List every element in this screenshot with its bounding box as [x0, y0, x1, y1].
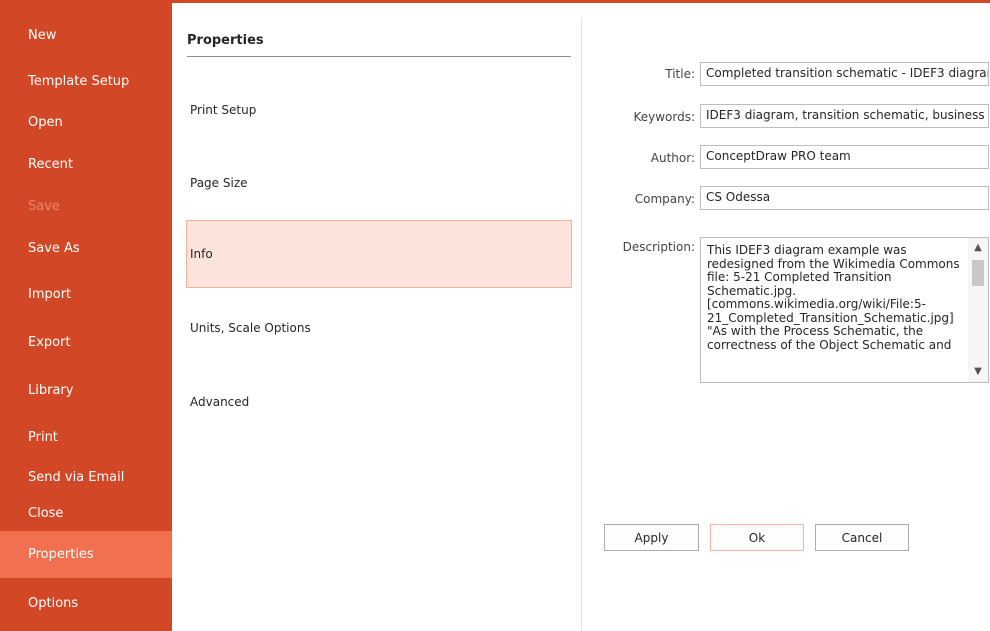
nav-properties[interactable]: Properties: [0, 531, 172, 578]
nav-label: Send via Email: [28, 469, 125, 485]
nav-label: Template Setup: [28, 73, 130, 89]
author-label: Author:: [650, 151, 695, 165]
nav-export[interactable]: Export: [0, 322, 172, 362]
subnav-advanced[interactable]: Advanced: [186, 368, 572, 436]
subnav-info[interactable]: Info: [186, 220, 572, 288]
nav-send-via-email[interactable]: Send via Email: [0, 457, 172, 497]
backstage-nav: New Template Setup Open Recent Save Save…: [0, 0, 172, 631]
scroll-thumb[interactable]: [972, 260, 984, 286]
scroll-down-arrow-icon[interactable]: ▼: [968, 364, 988, 380]
apply-button[interactable]: Apply: [604, 524, 699, 551]
nav-label: Save: [28, 198, 60, 214]
author-field[interactable]: ConceptDraw PRO team: [700, 145, 989, 169]
keywords-label: Keywords:: [633, 110, 695, 124]
title-field[interactable]: Completed transition schematic - IDEF3 d…: [700, 62, 989, 86]
nav-template-setup[interactable]: Template Setup: [0, 61, 172, 101]
nav-label: Import: [28, 286, 72, 302]
subnav-label: Info: [190, 247, 213, 261]
keywords-field[interactable]: IDEF3 diagram, transition schematic, bus…: [700, 104, 989, 128]
nav-label: Recent: [28, 156, 73, 172]
nav-import[interactable]: Import: [0, 274, 172, 314]
nav-recent[interactable]: Recent: [0, 144, 172, 184]
subnav-label: Advanced: [190, 395, 250, 409]
nav-library[interactable]: Library: [0, 370, 172, 410]
company-label: Company:: [634, 192, 695, 206]
subnav-units-scale-options[interactable]: Units, Scale Options: [186, 294, 572, 362]
subnav-label: Print Setup: [190, 103, 257, 117]
description-field[interactable]: This IDEF3 diagram example was redesigne…: [700, 237, 989, 383]
nav-label: Print: [28, 429, 58, 445]
company-field[interactable]: CS Odessa: [700, 186, 989, 210]
nav-label: Export: [28, 334, 71, 350]
nav-label: New: [28, 27, 57, 43]
nav-open[interactable]: Open: [0, 102, 172, 142]
description-scrollbar[interactable]: ▲ ▼: [968, 238, 988, 382]
nav-save-as[interactable]: Save As: [0, 228, 172, 268]
scroll-up-arrow-icon[interactable]: ▲: [968, 240, 988, 256]
nav-label: Options: [28, 595, 79, 611]
nav-label: Library: [28, 382, 74, 398]
nav-close[interactable]: Close: [0, 493, 172, 533]
vertical-divider: [581, 18, 582, 631]
properties-heading: Properties: [187, 33, 571, 57]
cancel-button[interactable]: Cancel: [815, 524, 909, 551]
nav-save: Save: [0, 186, 172, 226]
ok-button[interactable]: Ok: [710, 524, 804, 551]
subnav-label: Units, Scale Options: [190, 321, 311, 335]
subnav-label: Page Size: [190, 176, 248, 190]
nav-options[interactable]: Options: [0, 583, 172, 623]
subnav-print-setup[interactable]: Print Setup: [186, 76, 572, 144]
nav-label: Close: [28, 505, 64, 521]
nav-print[interactable]: Print: [0, 417, 172, 457]
nav-label: Properties: [28, 547, 94, 562]
subnav-page-size[interactable]: Page Size: [186, 149, 572, 217]
title-label: Title:: [665, 67, 695, 81]
nav-new[interactable]: New: [0, 15, 172, 55]
description-label: Description:: [622, 240, 695, 254]
nav-label: Save As: [28, 240, 80, 256]
nav-label: Open: [28, 114, 63, 130]
description-text[interactable]: This IDEF3 diagram example was redesigne…: [707, 244, 963, 378]
